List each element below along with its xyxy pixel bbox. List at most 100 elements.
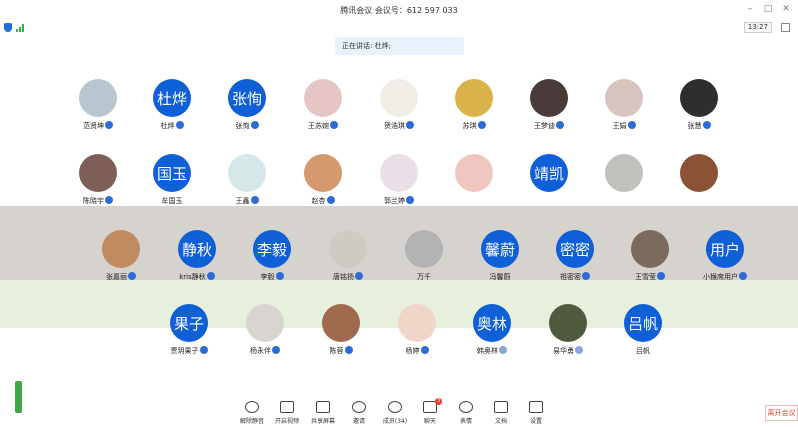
mic-icon [702,121,711,129]
participant-name: 易华勇 [553,347,574,355]
participant-caption: 张恂 [207,121,287,131]
participant-tile[interactable]: 密密 祖密密 [535,230,615,300]
participant-tile[interactable]: 张慧 [659,79,739,149]
participant-tile[interactable] [434,154,514,224]
participant-name: 贾玥果子 [170,347,199,355]
avatar [680,154,718,192]
participant-tile[interactable]: 静秋 kris静秋 [157,230,237,300]
participant-name: 牟国玉 [161,197,183,205]
minimize-icon[interactable]: – [744,3,756,15]
participant-name: 吕帆 [636,347,650,355]
participant-caption: 王苏婉 [283,121,363,131]
participant-row: 张嘉丽 静秋 kris静秋 李毅 李毅 唐铭扬 万千 馨蔚 冯馨蔚 密密 祖密密 王雪莹 用户 小猴席用户 [0,230,798,300]
participant-tile[interactable]: 王梦迪 [509,79,589,149]
avatar: 馨蔚 [481,230,519,268]
toolbar-button[interactable]: 解除静音 [235,398,269,427]
participant-row: 范贤坤 杜烨 杜烨 张恂 张恂 王苏婉 贺浩琪 苏琪 王梦迪 王娟 张慧 [0,79,798,149]
toolbar-button[interactable]: 开启视频 [270,398,304,427]
toolbar-button[interactable]: 成员(34) [378,398,412,427]
speaking-indicator: 正在讲话: 杜烨; [335,37,464,55]
participant-tile[interactable]: 馨蔚 冯馨蔚 [460,230,540,300]
avatar: 张恂 [228,79,266,117]
avatar: 吕帆 [624,304,662,342]
toolbar-button[interactable]: 表情 [449,398,483,427]
mic-icon [275,272,284,280]
participant-tile[interactable]: 易华勇 [528,304,608,374]
mic-off-icon [245,401,259,413]
participant-row: 陈晓宇 国玉 牟国玉 王鑫 赵杏郭兰婷 靖凯 [0,154,798,224]
participant-tile[interactable]: 杨永伴 [225,304,305,374]
participant-tile[interactable]: 张恂 张恂 [207,79,287,149]
avatar: 静秋 [178,230,216,268]
participant-caption: 韩奥林 [452,346,532,356]
participant-tile[interactable]: 苏琪 [434,79,514,149]
maximize-icon[interactable]: □ [762,3,774,15]
participant-caption: 李毅 [232,272,312,282]
participant-tile[interactable]: 范贤坤 [58,79,138,149]
participant-tile[interactable]: 吕帆 吕帆 [603,304,683,374]
avatar [530,79,568,117]
mic-muted-icon [575,346,583,354]
toolbar-button[interactable]: 设置 [519,398,553,427]
participant-caption: 杨永伴 [225,346,305,356]
participant-name: 张慧 [687,122,702,130]
participant-tile[interactable]: 杨婷 [377,304,457,374]
avatar [246,304,284,342]
toolbar-button[interactable]: 共享屏幕 [306,398,340,427]
participant-tile[interactable]: 王鑫 [207,154,287,224]
leave-meeting-button[interactable]: 离开会议 [765,405,798,421]
toolbar-button[interactable]: 文档 [484,398,518,427]
mic-icon [406,121,414,129]
participant-tile[interactable]: 赵杏 [283,154,363,224]
mic-muted-icon [499,346,507,354]
participant-caption: 杜烨 [132,121,212,131]
participant-tile[interactable]: 万千 [384,230,464,300]
signal-icon[interactable] [16,24,26,32]
participant-tile[interactable]: 用户 小猴席用户 [685,230,765,300]
shield-icon[interactable] [4,23,12,32]
avatar [405,230,443,268]
participant-tile[interactable]: 郭兰婷 [359,154,439,224]
participant-tile[interactable]: 杜烨 杜烨 [132,79,212,149]
participant-tile[interactable] [659,154,739,224]
participant-caption: 郭兰婷 [359,196,439,206]
participant-name: 王娟 [612,122,627,130]
avatar [304,154,342,192]
meeting-toolbar: 解除静音 开启视频 共享屏幕 邀请 成员(34) 3 聊天 表情 文档 设置 [230,398,560,427]
toolbar-button[interactable]: 3 聊天 [413,398,447,427]
close-icon[interactable]: ✕ [780,3,792,15]
avatar: 果子 [170,304,208,342]
participant-tile[interactable] [584,154,664,224]
participant-caption: 陈蓉 [301,346,381,356]
participant-tile[interactable]: 王娟 [584,79,664,149]
participant-tile[interactable]: 张嘉丽 [81,230,161,300]
members-icon [388,401,402,413]
avatar: 密密 [556,230,594,268]
toolbar-label: 成员(34) [382,418,408,425]
meeting-clock: 13:27 [743,22,772,33]
participant-tile[interactable]: 唐铭扬 [308,230,388,300]
avatar: 杜烨 [153,79,191,117]
participant-tile[interactable]: 国玉 牟国玉 [132,154,212,224]
mic-icon [330,121,338,129]
participant-tile[interactable]: 靖凯 [509,154,589,224]
participant-caption: 陈晓宇 [58,196,138,206]
participant-tile[interactable]: 王雪莹 [610,230,690,300]
participant-tile[interactable]: 陈蓉 [301,304,381,374]
toolbar-button[interactable]: 邀请 [342,398,376,427]
participant-tile[interactable]: 果子 贾玥果子 [149,304,229,374]
participant-tile[interactable]: 王苏婉 [283,79,363,149]
mic-icon [406,196,414,204]
participant-name: 王苏婉 [308,122,329,130]
participant-caption: 贺浩琪 [359,121,439,131]
participant-tile[interactable]: 陈晓宇 [58,154,138,224]
participant-tile[interactable]: 李毅 李毅 [232,230,312,300]
participant-tile[interactable]: 奥林 韩奥林 [452,304,532,374]
toolbar-label: 设置 [529,418,542,425]
side-panel-handle[interactable] [15,381,22,413]
fullscreen-icon[interactable] [781,23,790,32]
mic-icon [657,272,665,280]
mic-icon [272,346,280,354]
participant-tile[interactable]: 贺浩琪 [359,79,439,149]
participant-name: 郭兰婷 [384,197,405,205]
